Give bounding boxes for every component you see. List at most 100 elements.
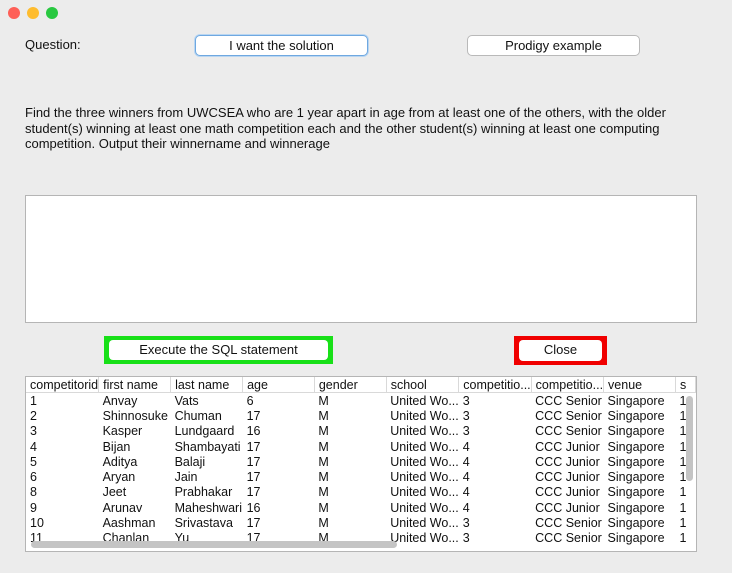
table-cell: 17 bbox=[246, 516, 261, 531]
question-label: Question: bbox=[25, 37, 81, 52]
horizontal-scroll-thumb[interactable] bbox=[31, 541, 397, 548]
table-cell: Singapore bbox=[607, 424, 665, 439]
table-row[interactable]: 1 Anvay Vats 6 M United Wo... 3 CCC Senior Singa… bbox=[26, 393, 696, 409]
title-bar bbox=[0, 0, 732, 26]
table-cell: 4 bbox=[462, 500, 470, 515]
table-cell: Srivastava bbox=[174, 516, 233, 531]
table-cell: Shambayati bbox=[174, 439, 241, 454]
horizontal-scrollbar[interactable] bbox=[28, 541, 684, 549]
column-header[interactable]: school bbox=[386, 377, 460, 393]
window-close-button[interactable] bbox=[8, 7, 20, 19]
table-row[interactable]: 8 Jeet Prabhakar 17 M United Wo... 4 CCC Junior… bbox=[26, 485, 696, 500]
column-header[interactable]: competitorid bbox=[26, 377, 100, 393]
table-cell: United Wo... bbox=[390, 485, 459, 500]
table-row[interactable]: 9 Arunav Maheshwari 16 M United Wo... 4 CCC Jun… bbox=[26, 500, 696, 515]
column-header[interactable]: venue bbox=[603, 377, 676, 393]
table-cell: Aashman bbox=[102, 516, 156, 531]
table-cell: Balaji bbox=[174, 454, 206, 469]
table-row[interactable]: 3 Kasper Lundgaard 16 M United Wo... 3 CCC Seni… bbox=[26, 424, 696, 439]
table-cell: M bbox=[318, 485, 329, 500]
table-cell: Singapore bbox=[607, 454, 665, 469]
prodigy-example-button[interactable]: Prodigy example bbox=[467, 35, 640, 56]
table-cell: 16 bbox=[246, 424, 261, 439]
table-cell: Vats bbox=[174, 393, 199, 408]
execute-sql-button[interactable]: Execute the SQL statement bbox=[109, 340, 328, 360]
table-cell: 3 bbox=[462, 516, 470, 531]
table-cell: 16 bbox=[246, 500, 261, 515]
table-cell: 3 bbox=[462, 424, 470, 439]
table-cell: United Wo... bbox=[390, 470, 459, 485]
table-row[interactable]: 10 Aashman Srivastava 17 M United Wo... 3 CCC S… bbox=[26, 515, 696, 530]
question-text: Find the three winners from UWCSEA who a… bbox=[25, 105, 666, 151]
sql-input-area[interactable] bbox=[25, 195, 697, 323]
vertical-scrollbar[interactable] bbox=[686, 394, 694, 544]
close-button[interactable]: Close bbox=[519, 340, 602, 361]
table-cell: 6 bbox=[246, 393, 254, 408]
results-table: competitorid first name last name age ge… bbox=[26, 377, 696, 546]
table-cell: United Wo... bbox=[390, 439, 459, 454]
table-cell: CCC Senior bbox=[535, 516, 602, 531]
table-cell: 4 bbox=[30, 439, 37, 454]
table-row[interactable]: 6 Aryan Jain 17 M United Wo... 4 CCC Junior Sing… bbox=[26, 469, 696, 484]
window-minimize-button[interactable] bbox=[27, 7, 39, 19]
table-cell: 4 bbox=[462, 439, 470, 454]
table-cell: Jeet bbox=[102, 485, 127, 500]
table-cell: United Wo... bbox=[390, 424, 459, 439]
table-cell: Singapore bbox=[607, 485, 665, 500]
table-cell: United Wo... bbox=[390, 393, 459, 408]
table-cell: 6 bbox=[30, 470, 37, 485]
table-cell: Prabhakar bbox=[174, 485, 233, 500]
table-cell: United Wo... bbox=[390, 500, 459, 515]
table-cell: CCC Junior bbox=[535, 485, 600, 500]
table-cell: Singapore bbox=[607, 393, 665, 408]
column-header[interactable]: gender bbox=[314, 377, 387, 393]
table-cell: Chuman bbox=[174, 408, 222, 423]
table-cell: 3 bbox=[462, 408, 470, 423]
table-cell: 17 bbox=[246, 485, 261, 500]
table-cell: M bbox=[318, 439, 329, 454]
table-row[interactable]: 2 Shinnosuke Chuman 17 M United Wo... 3 CCC Sen… bbox=[26, 408, 696, 423]
table-row[interactable]: 4 Bijan Shambayati 17 M United Wo... 4 CCC Juni… bbox=[26, 439, 696, 454]
solution-button[interactable]: I want the solution bbox=[195, 35, 368, 56]
table-cell: M bbox=[318, 408, 329, 423]
table-cell: M bbox=[318, 470, 329, 485]
column-header[interactable]: last name bbox=[170, 377, 244, 393]
table-cell: Singapore bbox=[607, 470, 665, 485]
table-cell: M bbox=[318, 393, 329, 408]
table-cell: M bbox=[318, 516, 329, 531]
table-row[interactable]: 5 Aditya Balaji 17 M United Wo... 4 CCC Junior S… bbox=[26, 454, 696, 469]
table-cell: Jain bbox=[174, 470, 198, 485]
table-cell: M bbox=[318, 454, 329, 469]
table-cell: United Wo... bbox=[390, 454, 459, 469]
column-header[interactable]: first name bbox=[98, 377, 172, 393]
table-cell: CCC Senior bbox=[535, 424, 602, 439]
table-cell: 9 bbox=[30, 500, 37, 515]
vertical-scroll-thumb[interactable] bbox=[686, 396, 693, 481]
table-cell: 17 bbox=[246, 439, 261, 454]
table-cell: 8 bbox=[30, 485, 37, 500]
column-header[interactable]: age bbox=[242, 377, 315, 393]
table-cell: 1 bbox=[30, 393, 37, 408]
table-cell: Anvay bbox=[102, 393, 138, 408]
table-cell: M bbox=[318, 500, 329, 515]
table-cell: Singapore bbox=[607, 408, 665, 423]
column-header[interactable]: s bbox=[675, 377, 696, 393]
table-header-row: competitorid first name last name age ge… bbox=[26, 377, 696, 393]
table-cell: CCC Junior bbox=[535, 500, 600, 515]
table-cell: M bbox=[318, 424, 329, 439]
table-cell: 3 bbox=[30, 424, 37, 439]
column-header[interactable]: competitio... bbox=[458, 377, 532, 393]
execute-button-frame: Execute the SQL statement bbox=[104, 336, 333, 364]
table-cell: 4 bbox=[462, 454, 470, 469]
window-zoom-button[interactable] bbox=[46, 7, 58, 19]
table-cell: Singapore bbox=[607, 500, 665, 515]
table-cell: Kasper bbox=[102, 424, 143, 439]
table-cell: Singapore bbox=[607, 516, 665, 531]
table-cell: Aryan bbox=[102, 470, 136, 485]
table-cell: Bijan bbox=[102, 439, 131, 454]
table-cell: Singapore bbox=[607, 439, 665, 454]
results-table-panel[interactable]: competitorid first name last name age ge… bbox=[25, 376, 697, 552]
table-cell: Maheshwari bbox=[174, 500, 242, 515]
table-cell: 10 bbox=[30, 516, 44, 531]
column-header[interactable]: competitio... bbox=[531, 377, 605, 393]
